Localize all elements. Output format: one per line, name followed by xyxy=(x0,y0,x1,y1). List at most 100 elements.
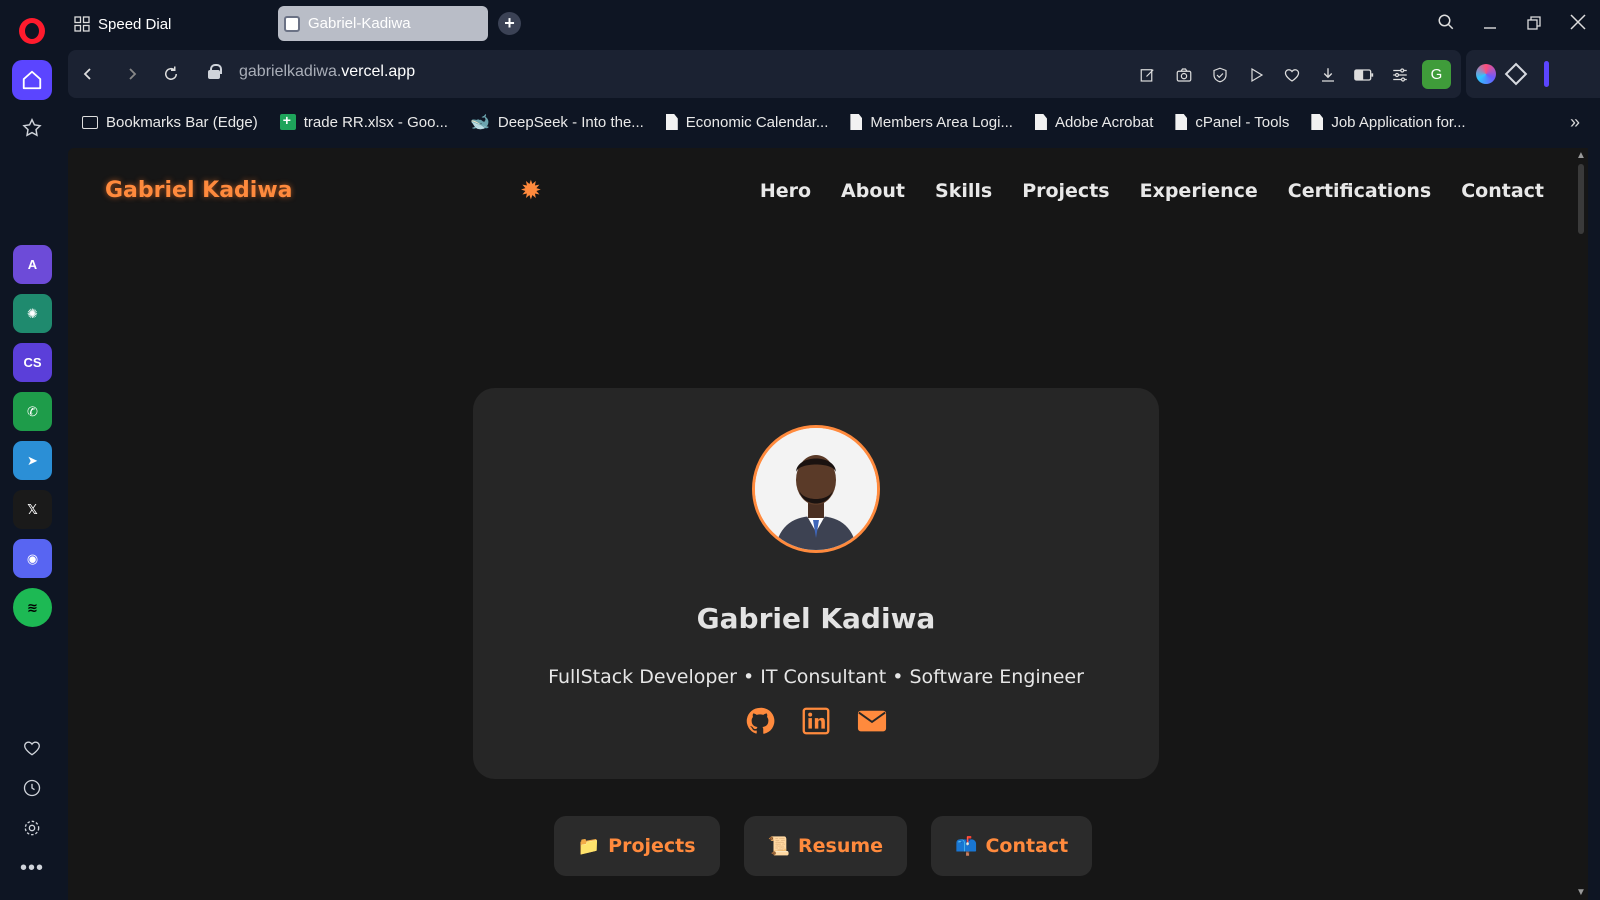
nav-link-skills[interactable]: Skills xyxy=(935,180,992,202)
more-options-button[interactable]: ••• xyxy=(12,848,52,888)
mailbox-emoji-icon: 📫 xyxy=(955,835,978,857)
sun-icon[interactable]: ✹ xyxy=(520,175,542,206)
nav-link-certifications[interactable]: Certifications xyxy=(1288,180,1431,202)
battery-saver-button[interactable] xyxy=(1346,61,1382,89)
heart-icon xyxy=(1284,68,1300,82)
aria-extension-icon[interactable] xyxy=(1476,64,1496,84)
back-button[interactable] xyxy=(76,62,100,86)
sidebar-app-discord[interactable]: ◉ xyxy=(13,539,52,578)
minimize-button[interactable] xyxy=(1468,14,1512,35)
hero-name: Gabriel Kadiwa xyxy=(696,602,936,635)
downloads-button[interactable] xyxy=(1310,61,1346,89)
grid-icon xyxy=(74,16,90,32)
opera-logo-icon[interactable] xyxy=(19,18,45,44)
page-scrollbar[interactable]: ▲ ▼ xyxy=(1574,148,1588,900)
scroll-emoji-icon: 📜 xyxy=(767,835,790,857)
camera-icon xyxy=(1176,67,1192,82)
restore-button[interactable] xyxy=(1512,14,1556,35)
url-field[interactable]: gabrielkadiwa.vercel.app xyxy=(239,63,415,81)
sidebar-app-x[interactable]: 𝕏 xyxy=(13,490,52,529)
document-icon xyxy=(665,114,678,130)
scroll-down-icon[interactable]: ▼ xyxy=(1576,887,1586,898)
linkedin-icon xyxy=(802,707,830,735)
tab-gabriel-kadiwa[interactable]: Gabriel-Kadiwa xyxy=(278,6,488,41)
more-dots-icon: ••• xyxy=(19,856,44,879)
resume-button[interactable]: 📜 Resume xyxy=(743,816,908,876)
new-tab-button[interactable]: + xyxy=(498,12,521,35)
scroll-thumb[interactable] xyxy=(1578,164,1584,234)
edit-icon xyxy=(1140,68,1154,82)
reload-button[interactable] xyxy=(159,62,183,86)
search-icon xyxy=(1438,14,1454,29)
shield-icon xyxy=(1213,67,1227,82)
projects-button[interactable]: 📁 Projects xyxy=(553,816,720,876)
download-icon xyxy=(1322,67,1334,82)
document-icon xyxy=(1175,114,1188,130)
player-button[interactable] xyxy=(1238,61,1274,89)
linkedin-link[interactable] xyxy=(801,706,831,736)
home-button[interactable] xyxy=(12,60,52,100)
gear-icon xyxy=(24,820,40,836)
sidebar-app-telegram[interactable]: ➤ xyxy=(13,441,52,480)
history-button[interactable] xyxy=(12,768,52,808)
page-viewport: Gabriel Kadiwa ✹ Hero About Skills Proje… xyxy=(68,148,1588,900)
bookmark-item[interactable]: Economic Calendar... xyxy=(665,114,828,131)
bookmarks-overflow-button[interactable]: » xyxy=(1570,112,1580,133)
snap-edit-button[interactable] xyxy=(1130,61,1166,89)
sidebar-app-whatsapp[interactable]: ✆ xyxy=(13,392,52,431)
snapshot-button[interactable] xyxy=(1166,61,1202,89)
easy-setup-button[interactable] xyxy=(1382,61,1418,89)
nav-link-experience[interactable]: Experience xyxy=(1140,180,1258,202)
bookmark-item[interactable]: trade RR.xlsx - Goo... xyxy=(279,112,448,131)
sidebar-app-cs[interactable]: CS xyxy=(13,343,52,382)
github-link[interactable] xyxy=(745,706,775,736)
bookmark-item[interactable]: 🐋 DeepSeek - Into the... xyxy=(470,112,644,132)
window-controls xyxy=(1424,0,1600,48)
person-portrait-icon xyxy=(755,428,877,550)
double-chevron-right-icon: » xyxy=(1569,112,1580,132)
extensions-cube-icon[interactable] xyxy=(1504,62,1528,86)
close-window-button[interactable] xyxy=(1556,13,1600,35)
social-links xyxy=(473,706,1159,736)
extensions-area xyxy=(1466,50,1600,98)
bookmark-item[interactable]: Job Application for... xyxy=(1311,114,1466,131)
speed-dial-star-button[interactable] xyxy=(12,108,52,148)
sliders-icon xyxy=(1393,67,1407,82)
email-link[interactable] xyxy=(857,706,887,736)
nav-link-hero[interactable]: Hero xyxy=(760,180,811,202)
bookmark-item[interactable]: Bookmarks Bar (Edge) xyxy=(82,114,258,131)
favorites-button[interactable] xyxy=(12,728,52,768)
chevron-left-icon xyxy=(83,68,91,80)
search-tabs-button[interactable] xyxy=(1424,13,1468,36)
contact-button[interactable]: 📫 Contact xyxy=(931,816,1093,876)
nav-link-contact[interactable]: Contact xyxy=(1461,180,1544,202)
github-icon xyxy=(746,707,775,734)
bookmark-item[interactable]: Members Area Logi... xyxy=(850,114,1013,131)
tab-label: Gabriel-Kadiwa xyxy=(308,15,411,32)
close-icon xyxy=(1570,13,1586,30)
heart-icon xyxy=(24,741,40,756)
settings-button[interactable] xyxy=(12,808,52,848)
bookmark-item[interactable]: Adobe Acrobat xyxy=(1034,114,1153,131)
sidebar-app-chatgpt[interactable]: ✺ xyxy=(13,294,52,333)
scroll-up-icon[interactable]: ▲ xyxy=(1576,150,1586,161)
adblock-button[interactable] xyxy=(1202,61,1238,89)
tab-speed-dial[interactable]: Speed Dial xyxy=(74,8,171,40)
forward-button[interactable] xyxy=(120,62,144,86)
lock-icon[interactable] xyxy=(208,64,222,80)
profile-avatar[interactable]: G xyxy=(1422,60,1451,89)
bookmarks-bar: Bookmarks Bar (Edge) trade RR.xlsx - Goo… xyxy=(64,102,1600,142)
tab-label: Speed Dial xyxy=(98,15,172,33)
nav-link-projects[interactable]: Projects xyxy=(1022,180,1109,202)
document-icon xyxy=(1311,114,1324,130)
nav-link-about[interactable]: About xyxy=(841,180,905,202)
battery-icon xyxy=(1354,68,1374,81)
sidebar-app-aria[interactable]: A xyxy=(13,245,52,284)
site-logo[interactable]: Gabriel Kadiwa xyxy=(105,178,293,203)
bookmark-page-button[interactable] xyxy=(1274,61,1310,89)
sidebar-app-spotify[interactable]: ≋ xyxy=(13,588,52,627)
bookmark-item[interactable]: cPanel - Tools xyxy=(1175,114,1289,131)
folder-emoji-icon: 📁 xyxy=(577,835,601,857)
folder-icon xyxy=(82,115,98,129)
sidebar-toggle-handle[interactable] xyxy=(1544,61,1549,87)
